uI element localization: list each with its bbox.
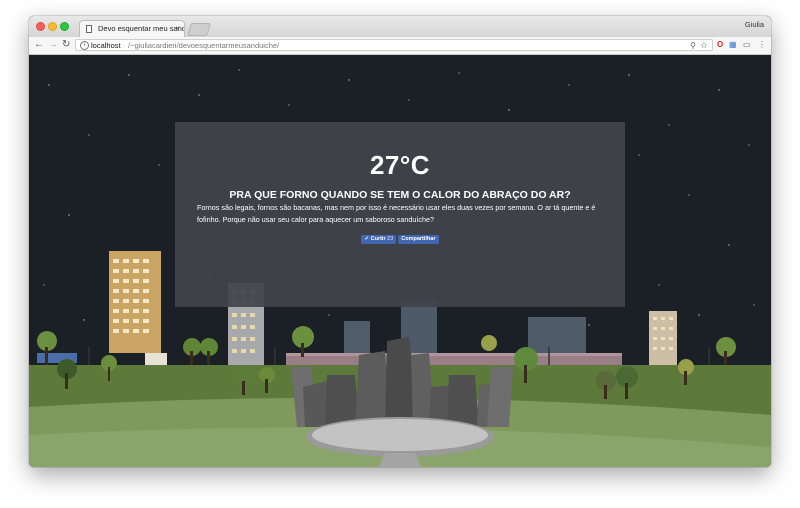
share-button[interactable]: Compartilhar (398, 235, 439, 244)
like-button[interactable]: ✓ Curtir 23 (361, 235, 397, 244)
maximize-window-button[interactable] (60, 22, 69, 31)
like-count: 23 (387, 236, 394, 242)
minimize-window-button[interactable] (48, 22, 57, 31)
menu-icon[interactable]: ⋮ (758, 40, 766, 50)
forward-arrow-icon[interactable]: → (48, 38, 58, 52)
social-buttons: ✓ Curtir 23 Compartilhar (197, 235, 603, 245)
back-arrow-icon[interactable]: ← (34, 38, 44, 52)
tab-close-icon[interactable]: × (175, 21, 180, 37)
info-icon[interactable]: i (80, 41, 89, 50)
description: Fornos são legais, fornos são bacanas, m… (197, 203, 596, 224)
address-bar[interactable]: i localhost /~giuliacardieri/devoesquent… (75, 39, 713, 51)
profile-name[interactable]: Giulia (745, 20, 764, 29)
new-tab-button[interactable] (187, 23, 211, 36)
cast-icon[interactable]: ▭ (743, 40, 751, 50)
city-scene: 27°C PRA QUE FORNO QUANDO SE TEM O CALOR… (29, 55, 771, 467)
zoom-icon[interactable]: ⚲ (690, 40, 696, 52)
tab-title: Devo esquentar meu sanduíche (98, 24, 185, 33)
close-window-button[interactable] (36, 22, 45, 31)
page-icon (86, 25, 92, 33)
weather-card: 27°C PRA QUE FORNO QUANDO SE TEM O CALOR… (175, 122, 625, 307)
star-icon[interactable]: ☆ (700, 39, 708, 51)
opera-icon[interactable]: O (717, 40, 723, 50)
like-icon: ✓ (364, 236, 370, 242)
like-label: Curtir (370, 236, 386, 242)
temperature: 27°C (369, 150, 431, 180)
headline: PRA QUE FORNO QUANDO SE TEM O CALOR DO A… (229, 189, 571, 201)
url-host: localhost (91, 41, 121, 50)
extension-icon[interactable]: ▦ (729, 40, 737, 50)
browser-toolbar: ← → ↻ i localhost /~giuliacardieri/devoe… (29, 37, 771, 55)
title-bar: Devo esquentar meu sanduíche × Giulia (29, 16, 771, 37)
tab-active[interactable]: Devo esquentar meu sanduíche × (79, 20, 185, 37)
browser-window: Devo esquentar meu sanduíche × Giulia ← … (29, 16, 771, 467)
reload-icon[interactable]: ↻ (62, 38, 70, 52)
url-path: /~giuliacardieri/devoesquentarmeusanduic… (128, 41, 280, 50)
